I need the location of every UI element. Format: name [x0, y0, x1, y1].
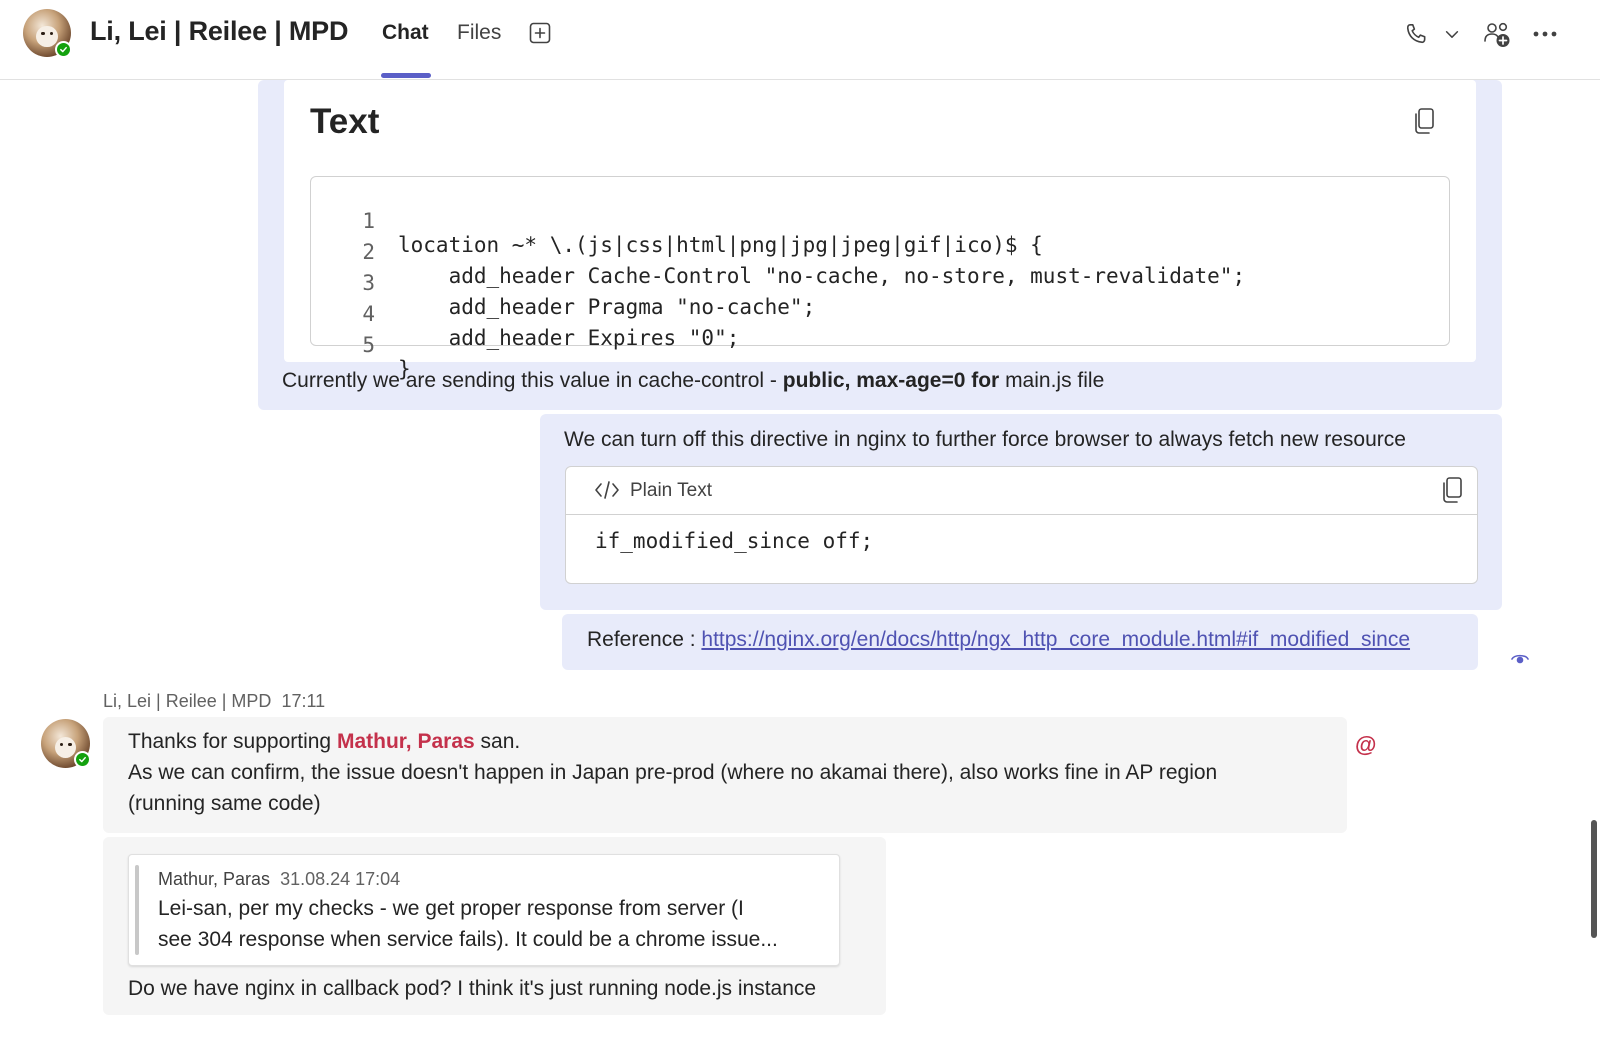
copy-icon[interactable] [1410, 106, 1438, 136]
code-text: location ~* \.(js|css|html|png|jpg|jpeg|… [398, 233, 1043, 257]
avatar-face [36, 26, 58, 48]
more-options-icon[interactable] [1530, 22, 1560, 46]
code-line: 1 location ~* \.(js|css|html|png|jpg|jpe… [311, 185, 1042, 257]
phone-icon[interactable] [1402, 20, 1430, 48]
message-author-meta: Li, Lei | Reilee | MPD 17:11 [103, 691, 325, 712]
message-text: We can turn off this directive in nginx … [564, 428, 1406, 451]
seen-icon [1510, 648, 1530, 668]
message-text: As we can confirm, the issue doesn't hap… [128, 761, 1218, 784]
quoted-text: Lei-san, per my checks - we get proper r… [158, 897, 744, 920]
message-quoted-reply[interactable]: Mathur, Paras 31.08.24 17:04 Lei-san, pe… [103, 837, 886, 1015]
code-icon [594, 479, 620, 501]
code-caption: Currently we are sending this value in c… [282, 369, 1104, 393]
avatar-eye [59, 742, 64, 746]
message-code-snippet[interactable]: Text 1 location ~* \.(js|css|html|png|jp… [258, 80, 1502, 410]
code-text: add_header Pragma "no-cache"; [398, 295, 816, 319]
code-line: 5 } [311, 309, 412, 381]
add-tab-icon[interactable] [528, 21, 552, 45]
code-text: if_modified_since off; [595, 529, 874, 553]
reference-text: Reference : https://nginx.org/en/docs/ht… [587, 628, 1410, 652]
quoted-meta: Mathur, Paras 31.08.24 17:04 [158, 869, 400, 890]
chevron-down-icon[interactable] [1442, 24, 1462, 44]
code-block-header: Plain Text [566, 467, 1477, 515]
message-line: Thanks for supporting Mathur, Paras san. [128, 730, 520, 754]
avatar-eye [68, 742, 72, 746]
scrollbar-thumb[interactable] [1591, 820, 1597, 938]
line-number: 5 [362, 333, 375, 357]
quoted-timestamp: 31.08.24 17:04 [280, 869, 401, 889]
caption-bold: public, max-age=0 for [782, 369, 1000, 392]
mention-indicator-icon: @ [1355, 732, 1377, 757]
chat-header: Li, Lei | Reilee | MPD Chat Files [0, 0, 1600, 80]
code-line: 2 add_header Cache-Control "no-cache, no… [311, 216, 1245, 288]
message-timestamp: 17:11 [281, 691, 326, 711]
caption-text: main.js file [999, 369, 1105, 392]
code-card-title: Text [310, 102, 380, 141]
chat-title: Li, Lei | Reilee | MPD [90, 16, 349, 46]
avatar-face [54, 736, 77, 759]
quote-bar [135, 865, 139, 955]
message-text: san. [474, 730, 521, 753]
quoted-message[interactable]: Mathur, Paras 31.08.24 17:04 Lei-san, pe… [128, 854, 840, 966]
message-text: Do we have nginx in callback pod? I thin… [128, 977, 817, 1000]
code-block[interactable]: 1 location ~* \.(js|css|html|png|jpg|jpe… [310, 176, 1450, 381]
message-directive[interactable]: We can turn off this directive in nginx … [540, 414, 1502, 610]
copy-icon[interactable] [1439, 476, 1465, 504]
message-reply[interactable]: Thanks for supporting Mathur, Paras san.… [103, 717, 1347, 833]
message-text: Thanks for supporting [128, 730, 337, 753]
caption-text: Currently we are sending this value in c… [282, 369, 783, 392]
message-text: (running same code) [128, 792, 321, 815]
quoted-author: Mathur, Paras [158, 869, 271, 889]
code-line: 4 add_header Expires "0"; [311, 278, 739, 350]
presence-available-icon [55, 41, 72, 58]
presence-available-icon [74, 751, 91, 768]
tab-chat[interactable]: Chat [382, 21, 429, 45]
mention[interactable]: Mathur, Paras [337, 730, 475, 753]
reference-prefix: Reference : [587, 628, 702, 651]
code-language-label: Plain Text [630, 480, 713, 501]
quoted-text: see 304 response when service fails). It… [158, 928, 778, 951]
active-tab-indicator [381, 73, 431, 78]
code-line: 3 add_header Pragma "no-cache"; [311, 247, 815, 319]
avatar-eye [41, 32, 45, 36]
code-text: add_header Expires "0"; [398, 326, 740, 350]
message-reference[interactable]: Reference : https://nginx.org/en/docs/ht… [562, 614, 1478, 670]
author-name: Li, Lei | Reilee | MPD [103, 691, 272, 711]
tab-files[interactable]: Files [457, 21, 501, 45]
reference-link[interactable]: https://nginx.org/en/docs/http/ngx_http_… [701, 628, 1410, 651]
add-people-icon[interactable] [1481, 19, 1513, 51]
code-text: add_header Cache-Control "no-cache, no-s… [398, 264, 1246, 288]
code-card: Text 1 location ~* \.(js|css|html|png|jp… [284, 80, 1476, 381]
plain-text-code-block[interactable]: Plain Text if_modified_since off; [565, 466, 1478, 584]
